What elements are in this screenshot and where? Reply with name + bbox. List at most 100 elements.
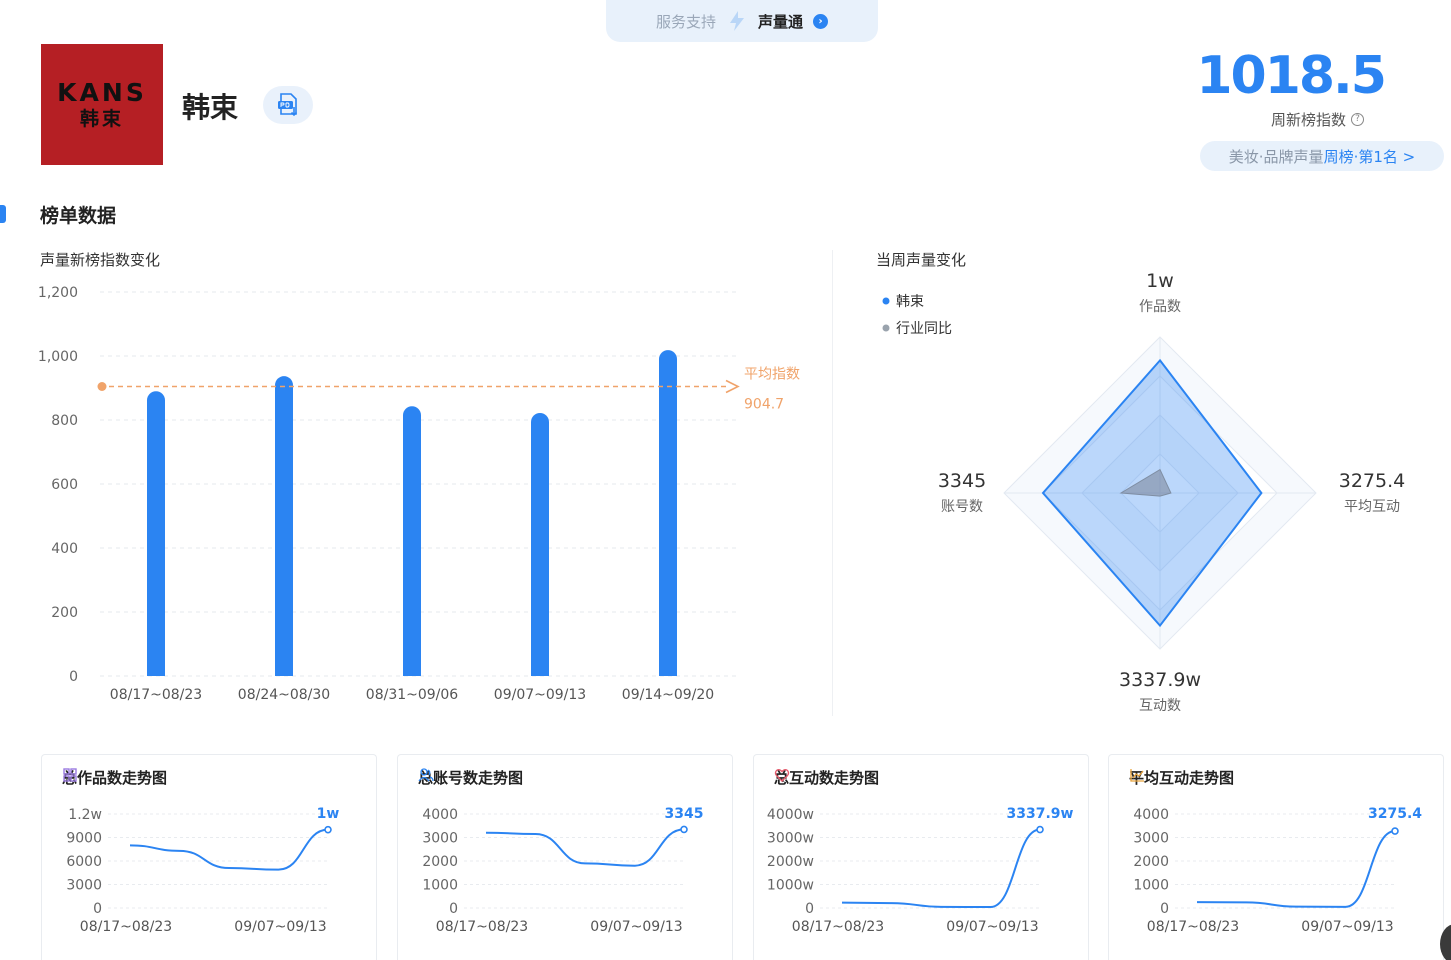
x-tick-label: 08/17~08/23 xyxy=(110,687,202,703)
legend-label: 行业同比 xyxy=(896,321,952,337)
trend-last-point xyxy=(1036,825,1044,834)
y-tick-label: 0 xyxy=(1160,901,1169,917)
section-title: 榜单数据 xyxy=(40,205,117,227)
trend-last-point xyxy=(324,825,332,834)
radar-axis-name: 作品数 xyxy=(1139,299,1181,315)
bar xyxy=(659,350,677,676)
section-accent-bar xyxy=(0,205,6,223)
radar-axis-value: 3345 xyxy=(938,470,986,492)
bolt-icon xyxy=(730,11,744,31)
heart-icon xyxy=(774,769,790,782)
bar-chart-title: 声量新榜指数变化 xyxy=(40,251,161,269)
x-tick-label: 08/17~08/23 xyxy=(436,919,528,935)
x-tick-label: 08/31~09/06 xyxy=(366,687,459,703)
bar xyxy=(531,412,549,676)
radar-axis-value: 3275.4 xyxy=(1339,470,1405,492)
trend-last-label: 3337.9w xyxy=(1007,806,1074,822)
y-tick-label: 0 xyxy=(69,669,78,685)
brand-name: 韩束 xyxy=(182,91,239,124)
legend-marker xyxy=(882,297,890,305)
service-name: 声量通 xyxy=(758,12,804,31)
service-support-pill[interactable]: 服务支持 声量通 › xyxy=(606,0,878,42)
average-marker xyxy=(97,381,107,391)
logo-subtext: 韩束 xyxy=(79,107,124,130)
y-tick-label: 200 xyxy=(51,605,78,621)
y-tick-label: 1,200 xyxy=(38,285,78,301)
weekly-index-value: 1018.5 xyxy=(1196,46,1387,106)
brand-logo: KANS 韩束 xyxy=(41,44,163,165)
x-tick-label: 09/07~09/13 xyxy=(494,687,586,703)
bar-base xyxy=(403,666,421,676)
radar-axis-name: 平均互动 xyxy=(1344,499,1400,515)
y-tick-label: 400 xyxy=(51,541,78,557)
card-interactions-trend: 0 1000w 2000w 3000w 4000w 3337.9w 08/17~08/23 0… xyxy=(753,754,1089,960)
y-tick-label: 1000 xyxy=(1133,878,1169,894)
average-value: 904.7 xyxy=(744,396,784,412)
bar-base xyxy=(531,666,549,676)
radar-axis-name: 账号数 xyxy=(941,499,983,515)
weekly-radar-chart: 1w 作品数 3275.4 平均互动 3337.9w 互动数 3345 账号数 韩束行业同比 xyxy=(882,270,1405,714)
trend-last-label: 3345 xyxy=(665,806,704,822)
trend-last-point xyxy=(680,825,688,834)
bar xyxy=(275,376,293,676)
trend-line xyxy=(841,828,1041,909)
y-tick-label: 4000 xyxy=(1133,807,1169,823)
legend-marker xyxy=(882,324,890,332)
pdf-icon xyxy=(278,93,298,117)
y-tick-label: 3000 xyxy=(422,831,458,847)
y-tick-label: 0 xyxy=(93,901,102,917)
users-icon xyxy=(418,768,434,782)
y-tick-label: 4000 xyxy=(422,807,458,823)
x-tick-label: 09/07~09/13 xyxy=(1301,919,1393,935)
card-works-trend: 0 3000 6000 9000 1.2w 1w 08/17~08/23 09/07~09/1… xyxy=(41,754,377,960)
y-tick-label: 6000 xyxy=(66,854,102,870)
bar-base xyxy=(147,666,165,676)
card-avg-interaction-trend: 0 1000 2000 3000 4000 3275.4 08/17~08/23 09/07~… xyxy=(1108,754,1444,960)
x-tick-label: 09/07~09/13 xyxy=(234,919,326,935)
y-tick-label: 1000w xyxy=(767,878,814,894)
bar-base xyxy=(275,666,293,676)
y-tick-label: 9000 xyxy=(66,831,102,847)
radar-axis-name: 互动数 xyxy=(1139,698,1181,714)
rank-pill[interactable]: 美妆·品牌声量 周榜·第1名 > xyxy=(1200,141,1444,171)
bar-base xyxy=(659,666,677,676)
weekly-index-label-text: 周新榜指数 xyxy=(1270,111,1346,129)
y-tick-label: 1,000 xyxy=(38,349,78,365)
index-bar-chart: 0 200 400 600 800 1,000 1,200 08/17~08/23 08/24~… xyxy=(38,285,800,703)
x-tick-label: 09/07~09/13 xyxy=(946,919,1038,935)
card-accounts-trend: 0 1000 2000 3000 4000 3345 08/17~08/23 09/07~09… xyxy=(397,754,733,960)
bar xyxy=(403,406,421,676)
y-tick-label: 2000w xyxy=(767,854,814,870)
average-arrow xyxy=(725,379,740,394)
trend-last-label: 1w xyxy=(317,806,340,822)
y-tick-label: 3000w xyxy=(767,831,814,847)
logo-text: KANS xyxy=(57,77,147,107)
y-tick-label: 1.2w xyxy=(68,807,102,823)
trend-line xyxy=(1196,830,1396,908)
x-tick-label: 09/14~09/20 xyxy=(622,687,714,703)
y-tick-label: 600 xyxy=(51,477,78,493)
x-tick-label: 08/24~08/30 xyxy=(238,687,330,703)
legend-label: 韩束 xyxy=(896,294,924,310)
pdf-download-button[interactable] xyxy=(263,86,313,124)
trend-line xyxy=(485,828,685,867)
y-tick-label: 4000w xyxy=(767,807,814,823)
radar-axis-value: 1w xyxy=(1146,270,1174,292)
line-chart-icon xyxy=(1130,769,1144,782)
radar-axis-value: 3337.9w xyxy=(1119,669,1201,691)
trend-line xyxy=(129,828,329,871)
x-tick-label: 09/07~09/13 xyxy=(590,919,682,935)
rank-position: 周榜·第1名 > xyxy=(1323,147,1416,166)
y-tick-label: 2000 xyxy=(422,854,458,870)
y-tick-label: 3000 xyxy=(1133,831,1169,847)
bar xyxy=(147,391,165,676)
trend-last-label: 3275.4 xyxy=(1368,806,1422,822)
x-tick-label: 08/17~08/23 xyxy=(1147,919,1239,935)
y-tick-label: 0 xyxy=(449,901,458,917)
y-tick-label: 0 xyxy=(805,901,814,917)
service-label: 服务支持 xyxy=(655,12,716,31)
weekly-index-label: 周新榜指数 ? xyxy=(1271,109,1364,130)
chart-divider xyxy=(832,250,833,716)
x-tick-label: 08/17~08/23 xyxy=(792,919,884,935)
help-icon[interactable]: ? xyxy=(1351,113,1364,126)
